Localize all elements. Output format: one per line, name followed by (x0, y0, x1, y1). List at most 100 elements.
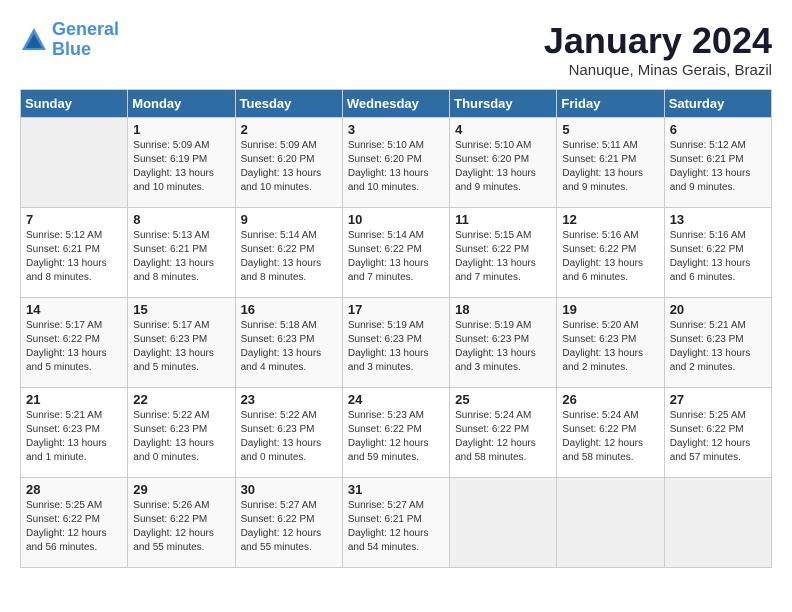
day-info: Sunrise: 5:17 AM Sunset: 6:23 PM Dayligh… (133, 319, 229, 375)
calendar-cell: 16 Sunrise: 5:18 AM Sunset: 6:23 PM Dayli… (235, 298, 342, 388)
calendar-cell: 18Sunrise: 5:19 AM Sunset: 6:23 PM Dayli… (450, 298, 557, 388)
day-number: 4 (455, 122, 551, 137)
day-info: Sunrise: 5:09 AM Sunset: 6:20 PM Dayligh… (241, 139, 337, 195)
header-monday: Monday (128, 90, 235, 118)
calendar-cell: 21 Sunrise: 5:21 AM Sunset: 6:23 PM Dayli… (21, 388, 128, 478)
day-number: 20 (670, 302, 766, 317)
calendar-cell: 9Sunrise: 5:14 AM Sunset: 6:22 PM Daylig… (235, 208, 342, 298)
day-info: Sunrise: 5:16 AM Sunset: 6:22 PM Dayligh… (562, 229, 658, 285)
day-number: 16 (241, 302, 337, 317)
calendar-cell: 27Sunrise: 5:25 AM Sunset: 6:22 PM Dayli… (664, 388, 771, 478)
day-info: Sunrise: 5:27 AM Sunset: 6:22 PM Dayligh… (241, 499, 337, 555)
day-number: 27 (670, 392, 766, 407)
logo-line1: General (52, 19, 119, 39)
day-info: Sunrise: 5:19 AM Sunset: 6:23 PM Dayligh… (455, 319, 551, 375)
day-info: Sunrise: 5:16 AM Sunset: 6:22 PM Dayligh… (670, 229, 766, 285)
calendar-cell: 29Sunrise: 5:26 AM Sunset: 6:22 PM Dayli… (128, 478, 235, 568)
calendar-cell: 19 Sunrise: 5:20 AM Sunset: 6:23 PM Dayli… (557, 298, 664, 388)
header-friday: Friday (557, 90, 664, 118)
day-info: Sunrise: 5:25 AM Sunset: 6:22 PM Dayligh… (26, 499, 122, 555)
calendar-cell: 23 Sunrise: 5:22 AM Sunset: 6:23 PM Dayli… (235, 388, 342, 478)
calendar-cell: 26 Sunrise: 5:24 AM Sunset: 6:22 PM Dayli… (557, 388, 664, 478)
day-info: Sunrise: 5:10 AM Sunset: 6:20 PM Dayligh… (455, 139, 551, 195)
calendar-cell: 17Sunrise: 5:19 AM Sunset: 6:23 PM Dayli… (342, 298, 449, 388)
calendar-week-row: 1Sunrise: 5:09 AM Sunset: 6:19 PM Daylig… (21, 118, 772, 208)
header-wednesday: Wednesday (342, 90, 449, 118)
calendar-cell: 31Sunrise: 5:27 AM Sunset: 6:21 PM Dayli… (342, 478, 449, 568)
day-info: Sunrise: 5:26 AM Sunset: 6:22 PM Dayligh… (133, 499, 229, 555)
day-number: 28 (26, 482, 122, 497)
calendar-cell: 24 Sunrise: 5:23 AM Sunset: 6:22 PM Dayli… (342, 388, 449, 478)
calendar-cell: 12 Sunrise: 5:16 AM Sunset: 6:22 PM Dayli… (557, 208, 664, 298)
header-sunday: Sunday (21, 90, 128, 118)
day-number: 2 (241, 122, 337, 137)
calendar-cell: 14Sunrise: 5:17 AM Sunset: 6:22 PM Dayli… (21, 298, 128, 388)
day-number: 1 (133, 122, 229, 137)
day-number: 24 (348, 392, 444, 407)
day-info: Sunrise: 5:21 AM Sunset: 6:23 PM Dayligh… (670, 319, 766, 375)
calendar-cell: 8 Sunrise: 5:13 AM Sunset: 6:21 PM Daylig… (128, 208, 235, 298)
calendar-cell: 30 Sunrise: 5:27 AM Sunset: 6:22 PM Dayli… (235, 478, 342, 568)
calendar-cell: 7 Sunrise: 5:12 AM Sunset: 6:21 PM Daylig… (21, 208, 128, 298)
month-title: January 2024 (544, 20, 772, 62)
calendar-cell: 25 Sunrise: 5:24 AM Sunset: 6:22 PM Dayli… (450, 388, 557, 478)
calendar-week-row: 7 Sunrise: 5:12 AM Sunset: 6:21 PM Daylig… (21, 208, 772, 298)
day-number: 7 (26, 212, 122, 227)
calendar-cell (21, 118, 128, 208)
day-info: Sunrise: 5:23 AM Sunset: 6:22 PM Dayligh… (348, 409, 444, 465)
logo-text: General Blue (52, 20, 119, 60)
day-info: Sunrise: 5:10 AM Sunset: 6:20 PM Dayligh… (348, 139, 444, 195)
calendar-cell: 5 Sunrise: 5:11 AM Sunset: 6:21 PM Daylig… (557, 118, 664, 208)
day-number: 6 (670, 122, 766, 137)
day-info: Sunrise: 5:24 AM Sunset: 6:22 PM Dayligh… (455, 409, 551, 465)
header-saturday: Saturday (664, 90, 771, 118)
calendar-cell: 4 Sunrise: 5:10 AM Sunset: 6:20 PM Daylig… (450, 118, 557, 208)
calendar-cell: 22 Sunrise: 5:22 AM Sunset: 6:23 PM Dayli… (128, 388, 235, 478)
day-number: 25 (455, 392, 551, 407)
calendar-header-row: SundayMondayTuesdayWednesdayThursdayFrid… (21, 90, 772, 118)
day-number: 11 (455, 212, 551, 227)
calendar-table: SundayMondayTuesdayWednesdayThursdayFrid… (20, 89, 772, 568)
title-block: January 2024 Nanuque, Minas Gerais, Braz… (544, 20, 772, 79)
day-info: Sunrise: 5:11 AM Sunset: 6:21 PM Dayligh… (562, 139, 658, 195)
calendar-cell: 13 Sunrise: 5:16 AM Sunset: 6:22 PM Dayli… (664, 208, 771, 298)
day-info: Sunrise: 5:24 AM Sunset: 6:22 PM Dayligh… (562, 409, 658, 465)
day-number: 14 (26, 302, 122, 317)
day-info: Sunrise: 5:20 AM Sunset: 6:23 PM Dayligh… (562, 319, 658, 375)
day-info: Sunrise: 5:12 AM Sunset: 6:21 PM Dayligh… (26, 229, 122, 285)
day-info: Sunrise: 5:13 AM Sunset: 6:21 PM Dayligh… (133, 229, 229, 285)
day-info: Sunrise: 5:21 AM Sunset: 6:23 PM Dayligh… (26, 409, 122, 465)
calendar-cell: 20 Sunrise: 5:21 AM Sunset: 6:23 PM Dayli… (664, 298, 771, 388)
day-number: 26 (562, 392, 658, 407)
day-number: 22 (133, 392, 229, 407)
calendar-cell: 28 Sunrise: 5:25 AM Sunset: 6:22 PM Dayli… (21, 478, 128, 568)
header-thursday: Thursday (450, 90, 557, 118)
logo-line2: Blue (52, 39, 91, 59)
day-number: 19 (562, 302, 658, 317)
day-info: Sunrise: 5:12 AM Sunset: 6:21 PM Dayligh… (670, 139, 766, 195)
day-info: Sunrise: 5:18 AM Sunset: 6:23 PM Dayligh… (241, 319, 337, 375)
calendar-week-row: 21 Sunrise: 5:21 AM Sunset: 6:23 PM Dayli… (21, 388, 772, 478)
day-number: 5 (562, 122, 658, 137)
day-info: Sunrise: 5:22 AM Sunset: 6:23 PM Dayligh… (133, 409, 229, 465)
day-number: 31 (348, 482, 444, 497)
calendar-cell (557, 478, 664, 568)
day-number: 8 (133, 212, 229, 227)
calendar-cell (664, 478, 771, 568)
calendar-cell: 1Sunrise: 5:09 AM Sunset: 6:19 PM Daylig… (128, 118, 235, 208)
day-number: 12 (562, 212, 658, 227)
day-number: 30 (241, 482, 337, 497)
calendar-week-row: 14Sunrise: 5:17 AM Sunset: 6:22 PM Dayli… (21, 298, 772, 388)
day-info: Sunrise: 5:14 AM Sunset: 6:22 PM Dayligh… (241, 229, 337, 285)
calendar-cell: 3 Sunrise: 5:10 AM Sunset: 6:20 PM Daylig… (342, 118, 449, 208)
logo-icon (20, 26, 48, 54)
day-info: Sunrise: 5:19 AM Sunset: 6:23 PM Dayligh… (348, 319, 444, 375)
day-number: 13 (670, 212, 766, 227)
day-number: 21 (26, 392, 122, 407)
day-info: Sunrise: 5:22 AM Sunset: 6:23 PM Dayligh… (241, 409, 337, 465)
day-number: 23 (241, 392, 337, 407)
calendar-cell: 15Sunrise: 5:17 AM Sunset: 6:23 PM Dayli… (128, 298, 235, 388)
calendar-cell: 6 Sunrise: 5:12 AM Sunset: 6:21 PM Daylig… (664, 118, 771, 208)
calendar-week-row: 28 Sunrise: 5:25 AM Sunset: 6:22 PM Dayli… (21, 478, 772, 568)
day-number: 3 (348, 122, 444, 137)
